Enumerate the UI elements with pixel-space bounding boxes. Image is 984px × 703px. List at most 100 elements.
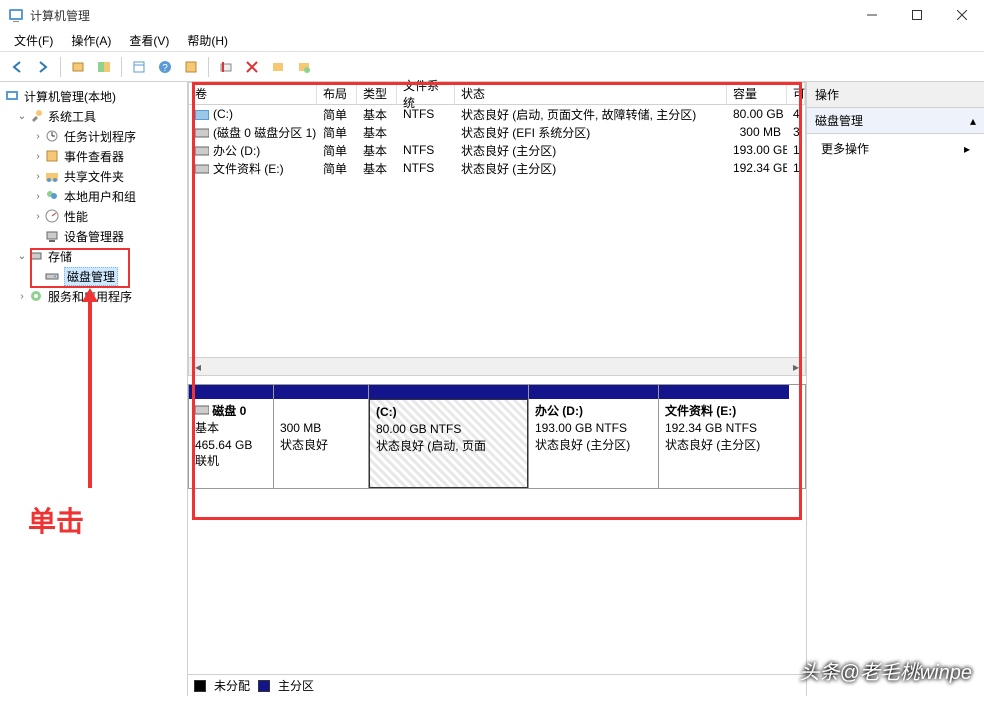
scroll-right-icon[interactable]: ▸ <box>787 359 805 375</box>
partition-selected[interactable]: (C:) 80.00 GB NTFS 状态良好 (启动, 页面 <box>369 385 529 488</box>
close-red-icon[interactable] <box>241 56 263 78</box>
disk-type: 基本 <box>195 421 219 435</box>
volume-row[interactable]: (磁盘 0 磁盘分区 1) 简单 基本 状态良好 (EFI 系统分区) 300 … <box>189 123 805 141</box>
expand-icon[interactable]: › <box>32 211 44 222</box>
tb-icon-3[interactable] <box>128 56 150 78</box>
tree-scheduler[interactable]: › 任务计划程序 <box>0 126 187 146</box>
collapse-icon: ▴ <box>970 114 976 128</box>
volume-icon <box>195 109 209 119</box>
maximize-button[interactable] <box>894 0 939 30</box>
col-type[interactable]: 类型 <box>357 83 397 105</box>
disk-size: 465.64 GB <box>195 438 252 452</box>
disk-panel: 磁盘 0 基本 465.64 GB 联机 300 MB 状态良好 (C:) <box>188 384 806 489</box>
tree-localusers[interactable]: › 本地用户和组 <box>0 186 187 206</box>
horizontal-scrollbar[interactable]: ◂ ▸ <box>189 357 805 375</box>
tb-icon-2[interactable] <box>93 56 115 78</box>
collapse-icon[interactable]: ⌄ <box>16 251 28 262</box>
forward-button[interactable] <box>32 56 54 78</box>
center-pane: 卷 布局 类型 文件系统 状态 容量 可 (C:) 简单 基本 NTFS 状态良… <box>188 82 806 696</box>
folder-share-icon <box>44 168 60 184</box>
legend-unallocated: 未分配 <box>214 677 250 694</box>
partition[interactable]: 办公 (D:) 193.00 GB NTFS 状态良好 (主分区) <box>529 385 659 488</box>
volume-body: (C:) 简单 基本 NTFS 状态良好 (启动, 页面文件, 故障转储, 主分… <box>189 105 805 357</box>
titlebar: 计算机管理 <box>0 0 984 30</box>
tree-root[interactable]: 计算机管理(本地) <box>0 86 187 106</box>
storage-icon <box>28 248 44 264</box>
volume-header: 卷 布局 类型 文件系统 状态 容量 可 <box>189 83 805 105</box>
partition[interactable]: 文件资料 (E:) 192.34 GB NTFS 状态良好 (主分区) <box>659 385 789 488</box>
minimize-button[interactable] <box>849 0 894 30</box>
volume-row[interactable]: (C:) 简单 基本 NTFS 状态良好 (启动, 页面文件, 故障转储, 主分… <box>189 105 805 123</box>
disk-state: 联机 <box>195 454 219 468</box>
actions-pane: 操作 磁盘管理 ▴ 更多操作 ▸ <box>806 82 984 696</box>
volume-row[interactable]: 办公 (D:) 简单 基本 NTFS 状态良好 (主分区) 193.00 GB … <box>189 141 805 159</box>
back-button[interactable] <box>6 56 28 78</box>
tree-diskmanagement[interactable]: › 磁盘管理 <box>0 266 187 286</box>
disk-label: 磁盘 0 <box>212 404 246 418</box>
users-icon <box>44 188 60 204</box>
tb-icon-1[interactable] <box>67 56 89 78</box>
col-capacity[interactable]: 容量 <box>727 83 787 105</box>
tree-pane: 计算机管理(本地) ⌄ 系统工具 › 任务计划程序 › 事件查看器 › 共享文件… <box>0 82 188 696</box>
collapse-icon[interactable]: ⌄ <box>16 111 28 122</box>
tb-icon-9[interactable] <box>293 56 315 78</box>
device-icon <box>44 228 60 244</box>
col-layout[interactable]: 布局 <box>317 83 357 105</box>
tree-systools[interactable]: ⌄ 系统工具 <box>0 106 187 126</box>
wrench-icon <box>28 108 44 124</box>
tree-performance[interactable]: › 性能 <box>0 206 187 226</box>
svg-text:?: ? <box>162 63 168 74</box>
tree-storage[interactable]: ⌄ 存储 <box>0 246 187 266</box>
volume-icon <box>195 145 209 155</box>
volume-icon <box>195 163 209 173</box>
scroll-left-icon[interactable]: ◂ <box>189 359 207 375</box>
menu-view[interactable]: 查看(V) <box>121 30 177 51</box>
expand-icon[interactable]: › <box>32 171 44 182</box>
menu-help[interactable]: 帮助(H) <box>179 30 236 51</box>
expand-icon[interactable]: › <box>16 291 28 302</box>
disk-icon <box>44 268 60 284</box>
computer-icon <box>4 88 20 104</box>
app-icon <box>8 7 24 23</box>
event-icon <box>44 148 60 164</box>
disk-icon <box>195 403 209 413</box>
volume-row[interactable]: 文件资料 (E:) 简单 基本 NTFS 状态良好 (主分区) 192.34 G… <box>189 159 805 177</box>
legend-swatch-unallocated <box>194 680 206 692</box>
tb-icon-5[interactable] <box>180 56 202 78</box>
volume-icon <box>195 127 209 137</box>
close-button[interactable] <box>939 0 984 30</box>
window-title: 计算机管理 <box>30 7 849 24</box>
legend: 未分配 主分区 <box>188 674 806 696</box>
expand-icon[interactable]: › <box>32 131 44 142</box>
toolbar: ? <box>0 52 984 82</box>
menu-action[interactable]: 操作(A) <box>63 30 119 51</box>
disk-info[interactable]: 磁盘 0 基本 465.64 GB 联机 <box>189 385 274 488</box>
menu-file[interactable]: 文件(F) <box>6 30 61 51</box>
tree-devicemanager[interactable]: › 设备管理器 <box>0 226 187 246</box>
expand-icon[interactable]: › <box>32 191 44 202</box>
window-controls <box>849 0 984 30</box>
partition[interactable]: 300 MB 状态良好 <box>274 385 369 488</box>
actions-more[interactable]: 更多操作 ▸ <box>807 134 984 163</box>
actions-header: 操作 <box>807 82 984 108</box>
menubar: 文件(F) 操作(A) 查看(V) 帮助(H) <box>0 30 984 52</box>
col-filesystem[interactable]: 文件系统 <box>397 83 455 105</box>
col-status[interactable]: 状态 <box>455 83 727 105</box>
volume-table: 卷 布局 类型 文件系统 状态 容量 可 (C:) 简单 基本 NTFS 状态良… <box>188 82 806 376</box>
tb-icon-6[interactable] <box>215 56 237 78</box>
tree-services[interactable]: › 服务和应用程序 <box>0 286 187 306</box>
col-volume[interactable]: 卷 <box>189 83 317 105</box>
tb-icon-8[interactable] <box>267 56 289 78</box>
legend-primary: 主分区 <box>278 677 314 694</box>
tree-eventviewer[interactable]: › 事件查看器 <box>0 146 187 166</box>
actions-diskmgmt[interactable]: 磁盘管理 ▴ <box>807 108 984 134</box>
tree-sharedfolders[interactable]: › 共享文件夹 <box>0 166 187 186</box>
help-icon[interactable]: ? <box>154 56 176 78</box>
services-icon <box>28 288 44 304</box>
col-extra[interactable]: 可 <box>787 83 805 105</box>
chevron-right-icon: ▸ <box>964 142 970 156</box>
legend-swatch-primary <box>258 680 270 692</box>
clock-icon <box>44 128 60 144</box>
expand-icon[interactable]: › <box>32 151 44 162</box>
annotation-text: 单击 <box>28 500 84 540</box>
